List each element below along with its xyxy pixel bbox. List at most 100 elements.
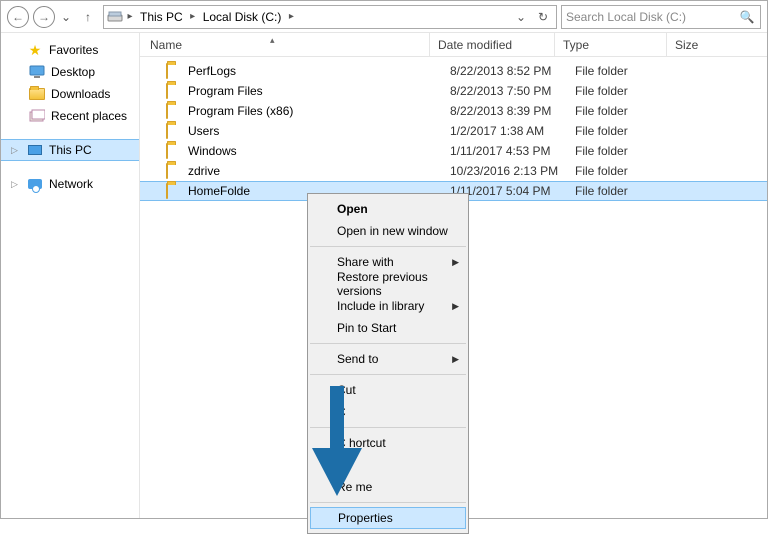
- file-type: File folder: [575, 164, 687, 178]
- file-date: 8/22/2013 8:39 PM: [450, 104, 575, 118]
- chevron-right-icon: ▶: [452, 257, 459, 268]
- search-icon: 🔍: [738, 10, 756, 24]
- context-menu-item[interactable]: C hortcut: [309, 432, 467, 454]
- context-menu-item[interactable]: D: [309, 454, 467, 476]
- column-size[interactable]: Size: [667, 33, 747, 56]
- folder-icon: [166, 124, 182, 138]
- context-menu-label: Open in new window: [337, 224, 448, 238]
- context-menu-label: Open: [337, 202, 368, 216]
- sidebar-item-recent-places[interactable]: Recent places: [1, 105, 139, 127]
- file-name: Windows: [188, 144, 450, 158]
- context-menu-label: Re me: [337, 480, 372, 494]
- sidebar-label: Network: [49, 177, 93, 191]
- context-menu-label: Include in library: [337, 299, 424, 313]
- recent-places-icon: [29, 108, 45, 124]
- search-input[interactable]: Search Local Disk (C:) 🔍: [561, 5, 761, 29]
- context-menu-item[interactable]: Cut: [309, 379, 467, 401]
- chevron-right-icon: ▶: [452, 354, 459, 365]
- toolbar: ← → ⌄ ↑ ▸ This PC ▸ Local Disk (C:) ▸ ⌄ …: [1, 1, 767, 33]
- context-menu-label: Cut: [337, 383, 356, 397]
- sidebar-favorites[interactable]: ★ Favorites: [1, 39, 139, 61]
- file-row[interactable]: PerfLogs8/22/2013 8:52 PMFile folder: [140, 61, 767, 81]
- sidebar-label: This PC: [49, 143, 92, 157]
- context-menu-item[interactable]: C: [309, 401, 467, 423]
- chevron-right-icon: ▶: [452, 301, 459, 312]
- file-name: zdrive: [188, 164, 450, 178]
- file-name: Program Files (x86): [188, 104, 450, 118]
- breadcrumb-local-disk[interactable]: Local Disk (C:): [199, 6, 286, 28]
- folder-icon: [166, 64, 182, 78]
- breadcrumb-this-pc[interactable]: This PC: [136, 6, 187, 28]
- chevron-right-icon: ▸: [124, 11, 136, 22]
- context-menu-label: Share with: [337, 255, 394, 269]
- arrow-right-icon: →: [38, 11, 50, 23]
- sidebar-network[interactable]: ▷ Network: [1, 173, 139, 195]
- nav-recent-dropdown[interactable]: ⌄: [59, 6, 73, 28]
- refresh-button[interactable]: ↻: [532, 10, 554, 24]
- sidebar-item-label: Downloads: [51, 87, 110, 101]
- folder-icon: [166, 104, 182, 118]
- file-date: 8/22/2013 8:52 PM: [450, 64, 575, 78]
- sidebar-item-label: Recent places: [51, 109, 127, 123]
- file-date: 8/22/2013 7:50 PM: [450, 84, 575, 98]
- file-type: File folder: [575, 84, 687, 98]
- address-bar[interactable]: ▸ This PC ▸ Local Disk (C:) ▸ ⌄ ↻: [103, 5, 557, 29]
- context-menu: Open Open in new window Share with ▶ Restore…: [307, 193, 469, 534]
- file-type: File folder: [575, 144, 687, 158]
- file-row[interactable]: Program Files (x86)8/22/2013 8:39 PMFile…: [140, 101, 767, 121]
- file-name: PerfLogs: [188, 64, 450, 78]
- file-name: Users: [188, 124, 450, 138]
- column-headers: Name Date modified Type Size: [140, 33, 767, 57]
- star-icon: ★: [27, 42, 43, 58]
- address-dropdown-button[interactable]: ⌄: [510, 10, 532, 24]
- context-menu-item[interactable]: Restore previous versions: [309, 273, 467, 295]
- file-type: File folder: [575, 184, 687, 198]
- context-menu-label: C: [337, 405, 346, 419]
- column-type[interactable]: Type: [555, 33, 667, 56]
- sidebar-label: Favorites: [49, 43, 98, 57]
- file-date: 1/11/2017 4:53 PM: [450, 144, 575, 158]
- context-menu-item[interactable]: Pin to Start: [309, 317, 467, 339]
- context-menu-label: Pin to Start: [337, 321, 396, 335]
- sidebar-item-downloads[interactable]: Downloads: [1, 83, 139, 105]
- context-menu-item[interactable]: Properties: [310, 507, 466, 529]
- file-type: File folder: [575, 124, 687, 138]
- nav-forward-button[interactable]: →: [33, 6, 55, 28]
- file-name: Program Files: [188, 84, 450, 98]
- navigation-pane: ★ Favorites Desktop Downloads Recent pl: [1, 33, 140, 518]
- file-type: File folder: [575, 104, 687, 118]
- pc-icon: [27, 142, 43, 158]
- column-name[interactable]: Name: [140, 33, 430, 56]
- desktop-icon: [29, 64, 45, 80]
- column-date-modified[interactable]: Date modified: [430, 33, 555, 56]
- folder-icon: [166, 164, 182, 178]
- context-menu-item[interactable]: Include in library ▶: [309, 295, 467, 317]
- network-icon: [27, 176, 43, 192]
- chevron-right-icon: ▸: [285, 11, 297, 22]
- file-row[interactable]: Windows1/11/2017 4:53 PMFile folder: [140, 141, 767, 161]
- context-menu-label: D: [337, 458, 346, 472]
- file-type: File folder: [575, 64, 687, 78]
- file-row[interactable]: Program Files8/22/2013 7:50 PMFile folde…: [140, 81, 767, 101]
- context-menu-item[interactable]: Re me: [309, 476, 467, 498]
- context-menu-label: Send to: [337, 352, 378, 366]
- sidebar-item-label: Desktop: [51, 65, 95, 79]
- context-menu-label: C hortcut: [337, 436, 386, 450]
- file-row[interactable]: zdrive10/23/2016 2:13 PMFile folder: [140, 161, 767, 181]
- file-row[interactable]: Users1/2/2017 1:38 AMFile folder: [140, 121, 767, 141]
- context-menu-item[interactable]: Open in new window: [309, 220, 467, 242]
- context-menu-item[interactable]: Open: [309, 198, 467, 220]
- nav-back-button[interactable]: ←: [7, 6, 29, 28]
- context-menu-label: Restore previous versions: [337, 270, 467, 298]
- sidebar-item-desktop[interactable]: Desktop: [1, 61, 139, 83]
- context-menu-item[interactable]: Send to ▶: [309, 348, 467, 370]
- downloads-icon: [29, 86, 45, 102]
- chevron-right-icon: ▸: [187, 11, 199, 22]
- context-menu-label: Properties: [338, 511, 393, 525]
- nav-up-button[interactable]: ↑: [77, 6, 99, 28]
- folder-icon: [166, 84, 182, 98]
- sidebar-this-pc[interactable]: ▷ This PC: [1, 139, 139, 161]
- arrow-left-icon: ←: [12, 11, 24, 23]
- chevron-right-icon: ▷: [11, 145, 21, 156]
- chevron-right-icon: ▷: [11, 179, 21, 190]
